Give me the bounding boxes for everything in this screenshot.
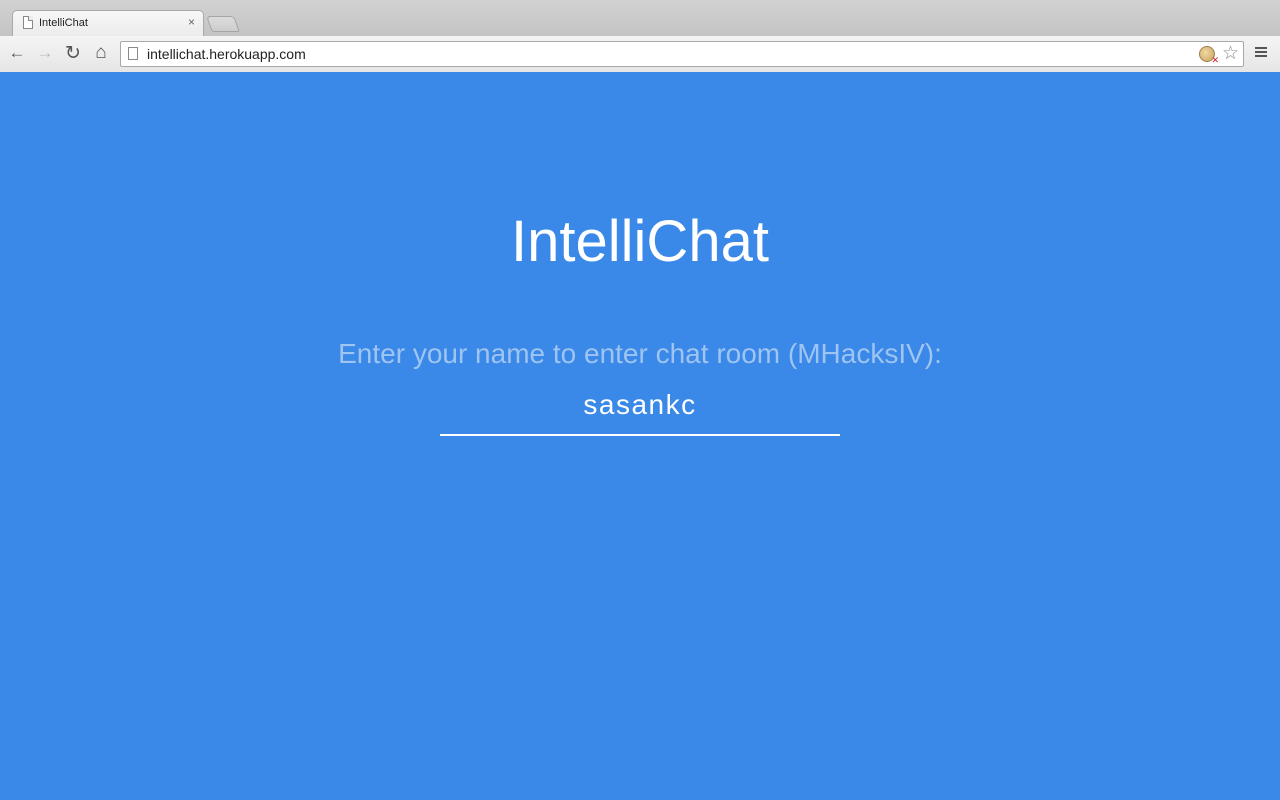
browser-toolbar: ← → ↻ ⌂ intellichat.herokuapp.com ☆ [0,36,1280,72]
name-prompt: Enter your name to enter chat room (MHac… [338,338,942,369]
bookmark-star-icon[interactable]: ☆ [1222,43,1239,65]
browser-tab[interactable]: IntelliChat × [12,10,204,36]
new-tab-button[interactable] [206,16,240,32]
home-icon[interactable]: ⌂ [90,42,112,64]
reload-icon[interactable]: ↻ [62,42,84,64]
name-input[interactable] [440,376,840,436]
extension-icon[interactable] [1199,46,1219,66]
page-title: IntelliChat [511,209,769,274]
back-icon[interactable]: ← [6,42,28,64]
page-icon [23,16,33,29]
address-bar-url[interactable]: intellichat.herokuapp.com [147,46,306,62]
page-icon [128,47,138,60]
menu-icon[interactable] [1254,45,1268,61]
browser-chrome: IntelliChat × ← → ↻ ⌂ intellichat.heroku… [0,0,1280,72]
page-content: IntelliChat Enter your name to enter cha… [0,72,1280,800]
tab-title: IntelliChat [39,17,88,29]
tab-strip: IntelliChat × [0,0,1280,36]
close-icon[interactable]: × [188,15,195,29]
address-bar[interactable]: intellichat.herokuapp.com ☆ [120,41,1244,67]
forward-icon[interactable]: → [34,42,56,64]
